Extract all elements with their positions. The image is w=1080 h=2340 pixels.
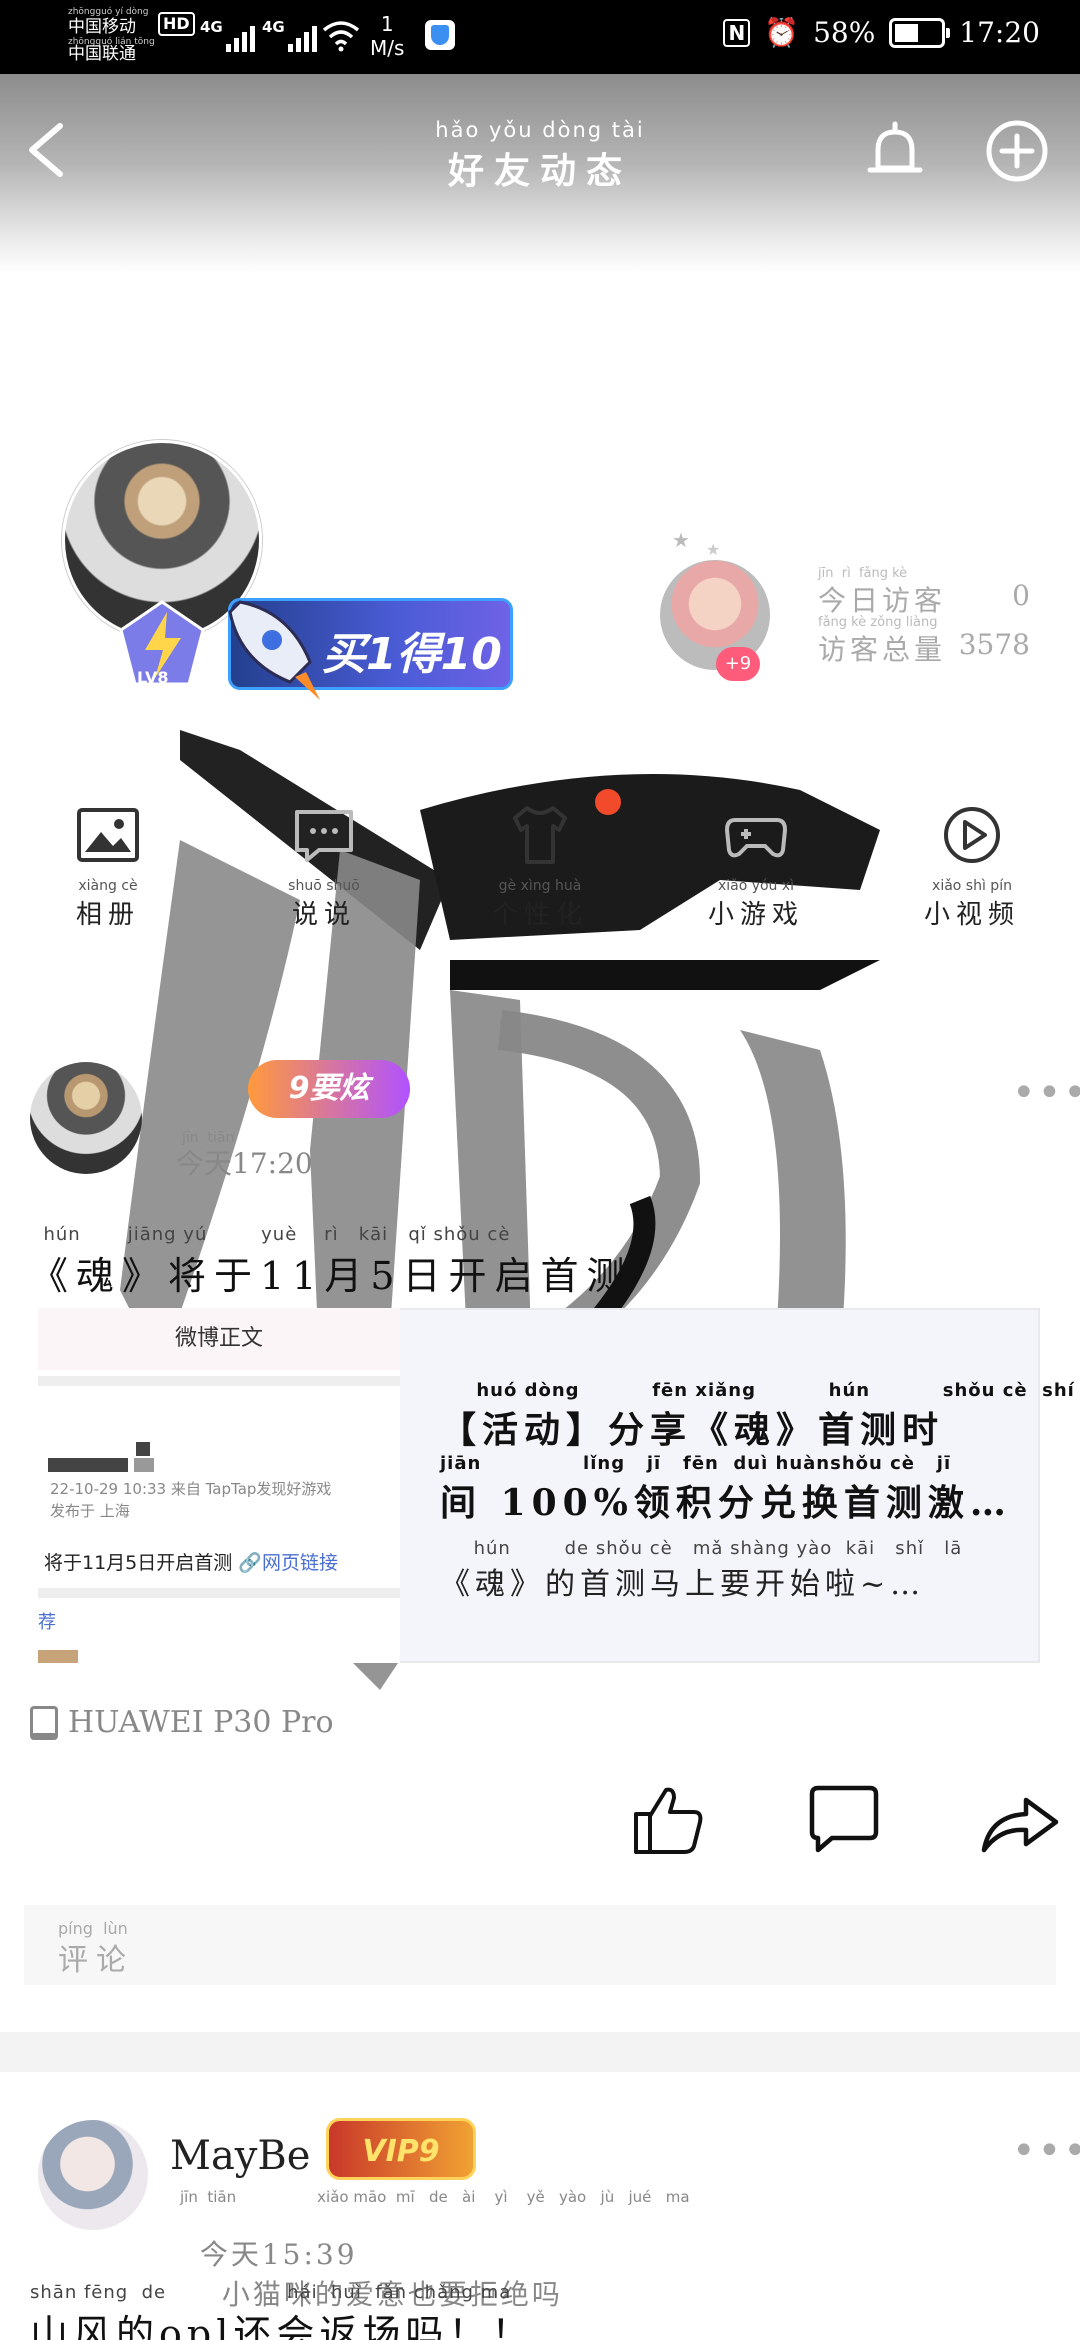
- total-visitors-label: 访客总量: [818, 633, 947, 666]
- tab-short-video[interactable]: xiǎo shì pín 小视频: [892, 800, 1052, 931]
- video-play-icon: [944, 807, 1000, 863]
- like-thumbs-up-icon[interactable]: [628, 1780, 708, 1860]
- visitor-count-badge: +9: [716, 647, 760, 681]
- clock: 17:20: [959, 16, 1040, 49]
- star-icon: ★: [672, 528, 690, 552]
- device-tag: HUAWEI P30 Pro: [30, 1705, 334, 1740]
- total-visitors-value: 3578: [958, 628, 1030, 661]
- vip-badge[interactable]: 9要炫: [248, 1060, 410, 1118]
- hd-icon: HD: [158, 12, 195, 36]
- signal2-icon: 4G: [262, 18, 317, 52]
- tab-short-video-label: 小视频: [923, 900, 1020, 930]
- rocket-icon: [228, 600, 320, 700]
- card-title-line2: 间 100%领积分兑换首测激…: [440, 1482, 1012, 1524]
- tab-posts[interactable]: shuō shuō 说说: [244, 800, 404, 931]
- tab-album[interactable]: xiàng cè 相册: [28, 800, 188, 931]
- tab-personalize-label: 个性化: [491, 900, 588, 930]
- battery-percent: 58%: [813, 16, 876, 49]
- card-subtitle-pinyin: hún de shǒu cè mǎ shàng yào kāi shǐ lā: [440, 1538, 963, 1559]
- more-options-icon[interactable]: •••: [1012, 1070, 1080, 1116]
- post2-text-pinyin: shān fēng de hái huì fǎn chǎng ma: [30, 2282, 512, 2303]
- comment-placeholder: 评论: [58, 1943, 134, 1978]
- album-icon: [77, 808, 139, 862]
- notification-bell-icon[interactable]: [860, 118, 930, 188]
- tab-minigames-label: 小游戏: [707, 900, 804, 930]
- tab-personalize-pinyin: gè xìng huà: [498, 878, 582, 894]
- thumb-meta-line: 22-10-29 10:33 来自 TapTap发现好游戏: [50, 1480, 332, 1498]
- battery-fill: [895, 23, 919, 42]
- tab-minigames-pinyin: xiǎo yóu xì: [717, 878, 795, 894]
- tshirt-icon: [513, 806, 567, 864]
- card-subtitle: hún de shǒu cè mǎ shàng yào kāi shǐ lā 《…: [440, 1538, 1020, 1603]
- thumb-body-text: 将于11月5日开启首测: [44, 1552, 233, 1574]
- tab-album-label: 相册: [75, 900, 140, 930]
- thumb-header: 微博正文: [38, 1308, 400, 1370]
- post2-text: shān fēng de hái huì fǎn chǎng ma 山风的opl…: [30, 2282, 534, 2340]
- visitor-stats[interactable]: jīn rì fǎng kè 今日访客 0 fǎng kè zǒng liàng…: [818, 566, 1030, 668]
- phone-icon: [30, 1705, 58, 1740]
- comment-input[interactable]: píng lùn 评论: [24, 1905, 1056, 1985]
- network2-label: 4G: [262, 18, 285, 36]
- card-thumbnail: 微博正文 22-10-29 10:33 来自 TapTap发现好游戏 发布于 上…: [38, 1308, 400, 1663]
- add-circle-icon[interactable]: [984, 118, 1050, 184]
- network1-label: 4G: [200, 18, 223, 36]
- vip9-badge[interactable]: VIP9: [326, 2118, 476, 2180]
- carrier-info: zhōngguó yí dòng 中国移动 zhōngguó lián tōng…: [68, 8, 155, 65]
- tab-short-video-pinyin: xiǎo shì pín: [932, 878, 1012, 894]
- post2-author-name[interactable]: MayBe: [170, 2133, 310, 2179]
- post-text: hún jiāng yú yuè rì kāi qǐ shǒu cè 《魂》将于…: [30, 1224, 1050, 1300]
- network-speed: 1 M/s: [370, 12, 404, 60]
- tab-personalize[interactable]: gè xìng huà 个性化: [460, 800, 620, 931]
- buy-promo-text: 买1得10: [322, 629, 502, 680]
- gamepad-icon: [724, 818, 788, 858]
- shield-icon: [425, 20, 455, 50]
- more-options-icon[interactable]: •••: [1012, 2128, 1080, 2174]
- tab-posts-pinyin: shuō shuō: [288, 878, 360, 894]
- star-icon: ★: [706, 540, 721, 559]
- card-title-pinyin1: huó dòng fēn xiǎng hún shǒu cè shí: [440, 1380, 1075, 1401]
- card-title-line1: 【活动】分享《魂》首测时: [440, 1409, 945, 1451]
- nfc-icon: N: [723, 18, 751, 47]
- device-name: HUAWEI P30 Pro: [68, 1705, 334, 1740]
- level-label: LV8: [137, 668, 169, 687]
- card-subtitle-text: 《魂》的首测马上要开始啦~…: [440, 1567, 926, 1602]
- status-bar: zhōngguó yí dòng 中国移动 zhōngguó lián tōng…: [0, 0, 1080, 74]
- card-title-pinyin2: jiān lǐng jī fēn duì huànshǒu cè jī: [440, 1453, 952, 1474]
- post2-time: 今天15:39: [199, 2238, 358, 2271]
- post-text-pinyin: hún jiāng yú yuè rì kāi qǐ shǒu cè: [30, 1224, 511, 1245]
- post-author-avatar[interactable]: [30, 1062, 142, 1174]
- share-icon[interactable]: [980, 1780, 1060, 1860]
- post-divider: [0, 2032, 1080, 2072]
- comment-icon[interactable]: [804, 1780, 884, 1860]
- status-right: N ⏰ 58% 17:20: [723, 16, 1040, 49]
- today-visitors-label: 今日访客: [818, 584, 947, 617]
- signal1-icon: 4G: [200, 18, 255, 52]
- post2-author-avatar[interactable]: [38, 2120, 148, 2230]
- tab-album-pinyin: xiàng cè: [78, 878, 138, 894]
- tab-posts-label: 说说: [291, 900, 356, 930]
- wifi-icon: [322, 21, 360, 52]
- post-time: 今天17:20: [176, 1147, 313, 1180]
- carrier1-label: 中国移动: [68, 17, 136, 37]
- carrier2-label: 中国联通: [68, 44, 136, 64]
- post2-text-content: 山风的opl还会返场吗！！: [30, 2312, 535, 2340]
- speed-unit: M/s: [370, 36, 405, 60]
- thumb-location: 发布于 上海: [50, 1502, 130, 1520]
- card-title: huó dòng fēn xiǎng hún shǒu cè shí 【活动】分…: [440, 1380, 1075, 1526]
- post-text-content: 《魂》将于11月5日开启首测: [30, 1254, 633, 1298]
- chat-icon: [295, 810, 353, 862]
- speed-value: 1: [380, 12, 394, 36]
- thumb-body: 将于11月5日开启首测 🔗网页链接: [44, 1548, 338, 1575]
- today-visitors-value: 0: [1012, 579, 1030, 612]
- alarm-icon: ⏰: [764, 16, 800, 49]
- battery-icon: [889, 17, 951, 48]
- notification-dot: [595, 789, 621, 815]
- thumb-link: 🔗网页链接: [238, 1552, 338, 1574]
- carrier1-pinyin: zhōngguó yí dòng: [68, 7, 149, 17]
- thumb-recommend: 荐: [38, 1612, 56, 1633]
- tab-minigames[interactable]: xiǎo yóu xì 小游戏: [676, 800, 836, 931]
